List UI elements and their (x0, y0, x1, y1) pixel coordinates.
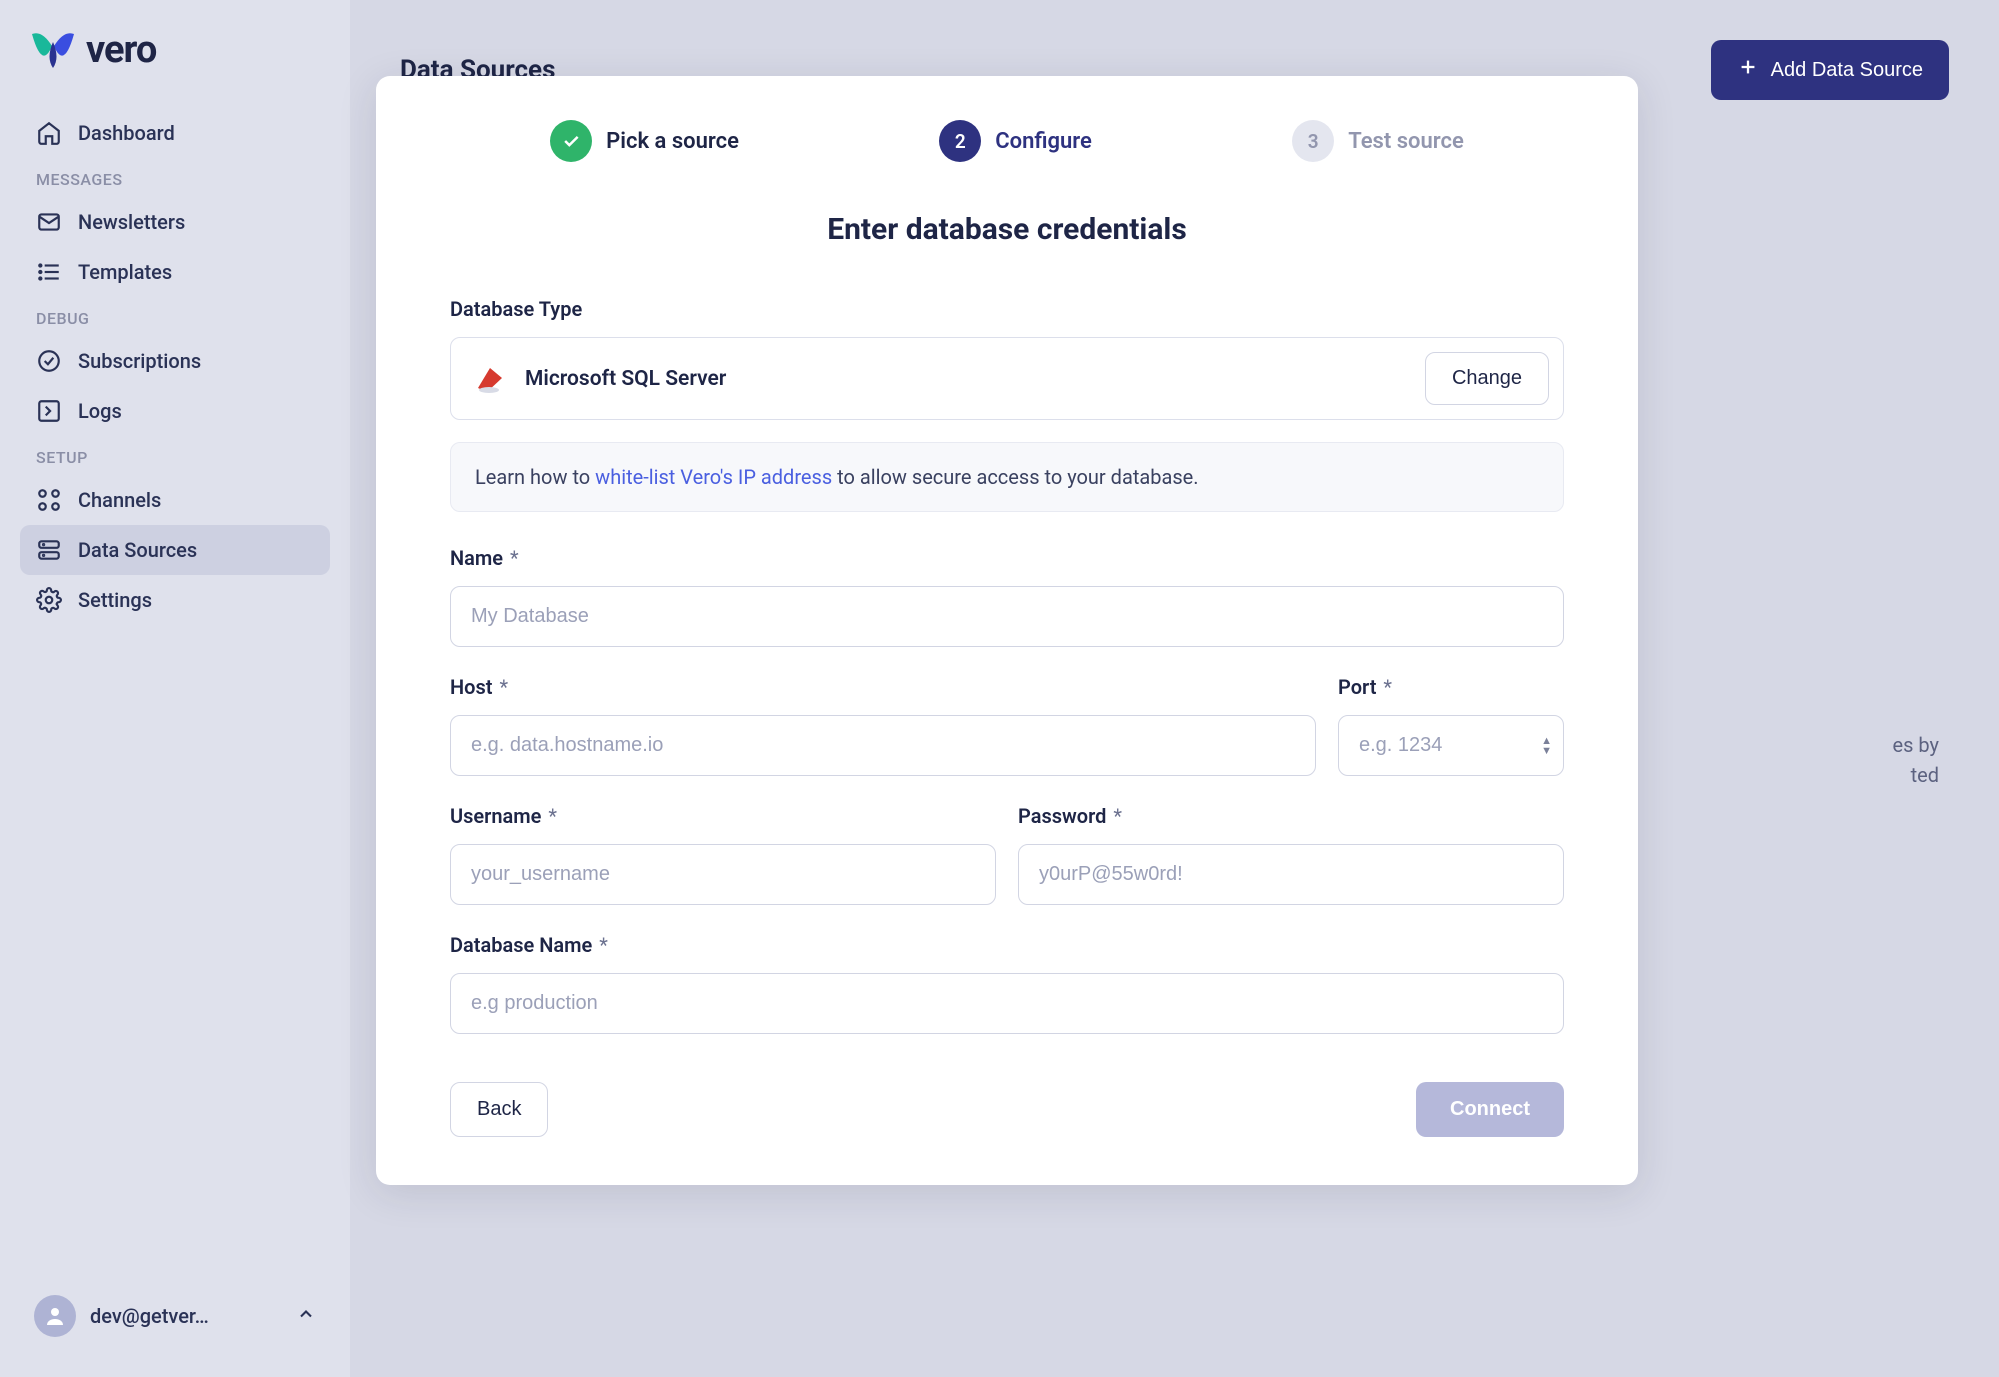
stepper: Pick a source 2 Configure 3 Test source (450, 120, 1564, 162)
mail-icon (36, 209, 62, 235)
db-type-box: Microsoft SQL Server Change (450, 337, 1564, 420)
nav-group-setup: SETUP (20, 436, 330, 475)
plus-icon (1737, 56, 1759, 84)
arrow-square-icon (36, 398, 62, 424)
db-type-value: Microsoft SQL Server (525, 367, 726, 391)
check-icon (550, 120, 592, 162)
whitelist-info: Learn how to white-list Vero's IP addres… (450, 442, 1564, 512)
sidebar-item-settings[interactable]: Settings (20, 575, 330, 625)
dbname-label: Database Name * (450, 933, 1564, 957)
bg-hint-text: es by ted (1893, 730, 1939, 790)
sidebar-item-channels[interactable]: Channels (20, 475, 330, 525)
sidebar-item-label: Settings (78, 588, 152, 612)
logo-icon (30, 30, 76, 70)
user-email: dev@getver… (90, 1304, 282, 1328)
dbname-input[interactable] (450, 973, 1564, 1034)
step-label: Test source (1348, 129, 1464, 154)
modal-title: Enter database credentials (450, 212, 1564, 247)
home-icon (36, 120, 62, 146)
change-button[interactable]: Change (1425, 352, 1549, 405)
sidebar-item-label: Channels (78, 488, 161, 512)
username-label: Username * (450, 804, 996, 828)
password-label: Password * (1018, 804, 1564, 828)
logo-text: vero (86, 28, 156, 72)
check-circle-icon (36, 348, 62, 374)
chevron-up-icon (296, 1304, 316, 1328)
nav-group-messages: MESSAGES (20, 158, 330, 197)
number-stepper-icon[interactable]: ▲▼ (1541, 736, 1552, 756)
step-number: 3 (1292, 120, 1334, 162)
add-data-source-button[interactable]: Add Data Source (1711, 40, 1949, 100)
step-test-source: 3 Test source (1292, 120, 1464, 162)
host-label: Host * (450, 675, 1316, 699)
step-configure: 2 Configure (939, 120, 1092, 162)
whitelist-link[interactable]: white-list Vero's IP address (595, 465, 832, 489)
name-input[interactable] (450, 586, 1564, 647)
gear-icon (36, 587, 62, 613)
port-label: Port * (1338, 675, 1564, 699)
sidebar-item-label: Dashboard (78, 121, 175, 145)
port-input[interactable] (1338, 715, 1564, 776)
step-pick-source: Pick a source (550, 120, 739, 162)
step-number: 2 (939, 120, 981, 162)
db-type-label: Database Type (450, 297, 1564, 321)
add-data-source-label: Add Data Source (1771, 59, 1923, 82)
step-label: Pick a source (606, 129, 739, 154)
sidebar-item-subscriptions[interactable]: Subscriptions (20, 336, 330, 386)
username-input[interactable] (450, 844, 996, 905)
sidebar-item-label: Logs (78, 399, 122, 423)
sidebar-item-data-sources[interactable]: Data Sources (20, 525, 330, 575)
sidebar-item-label: Newsletters (78, 210, 185, 234)
sidebar-item-label: Subscriptions (78, 349, 201, 373)
host-input[interactable] (450, 715, 1316, 776)
mssql-icon (473, 362, 507, 396)
sidebar-item-newsletters[interactable]: Newsletters (20, 197, 330, 247)
user-menu[interactable]: dev@getver… (20, 1283, 330, 1349)
password-input[interactable] (1018, 844, 1564, 905)
connect-button[interactable]: Connect (1416, 1082, 1564, 1137)
sidebar-item-label: Templates (78, 260, 172, 284)
sidebar-item-logs[interactable]: Logs (20, 386, 330, 436)
sidebar-item-label: Data Sources (78, 538, 197, 562)
sidebar-item-dashboard[interactable]: Dashboard (20, 108, 330, 158)
step-label: Configure (995, 129, 1092, 154)
nav-group-debug: DEBUG (20, 297, 330, 336)
name-label: Name * (450, 546, 1564, 570)
modal-footer: Back Connect (450, 1082, 1564, 1137)
sidebar-item-templates[interactable]: Templates (20, 247, 330, 297)
database-icon (36, 537, 62, 563)
avatar (34, 1295, 76, 1337)
nodes-icon (36, 487, 62, 513)
sidebar: vero Dashboard MESSAGES Newsletters Temp… (0, 0, 350, 1377)
logo: vero (20, 28, 330, 72)
back-button[interactable]: Back (450, 1082, 548, 1137)
configure-modal: Pick a source 2 Configure 3 Test source … (376, 76, 1638, 1185)
list-icon (36, 259, 62, 285)
